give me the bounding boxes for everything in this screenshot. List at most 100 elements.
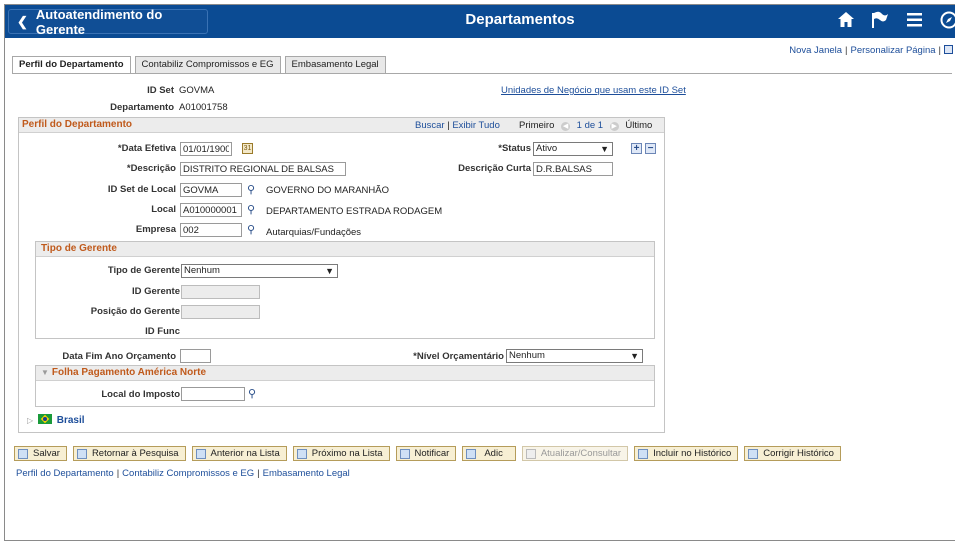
tab-perfil-departamento[interactable]: Perfil do Departamento [12, 56, 131, 74]
budget-level-selected: Nenhum [509, 350, 545, 361]
next-in-list-button[interactable]: Próximo na Lista [292, 446, 390, 461]
first-arrow-icon[interactable]: ◀ [561, 122, 571, 131]
separator: | [257, 468, 260, 479]
group-header: Perfil do Departamento Buscar | Exibir T… [19, 118, 664, 133]
bottom-link-embasamento[interactable]: Embasamento Legal [263, 468, 350, 479]
brasil-label[interactable]: Brasil [57, 415, 85, 426]
location-setid-input[interactable] [180, 183, 242, 197]
menu-icon[interactable] [907, 13, 922, 30]
manager-type-title: Tipo de Gerente [41, 243, 117, 254]
business-units-link[interactable]: Unidades de Negócio que usam este ID Set [501, 85, 686, 96]
back-button[interactable]: ❮ Autoatendimento do Gerente [8, 6, 208, 37]
banner: ❮ Autoatendimento do Gerente Departament… [5, 5, 955, 38]
add-label: Adic [484, 448, 503, 459]
action-toolbar: Salvar Retornar à Pesquisa Anterior na L… [14, 446, 847, 461]
bottom-link-contabiliz[interactable]: Contabiliz Compromissos e EG [122, 468, 254, 479]
tab-divider [12, 73, 952, 74]
manager-type-select[interactable]: Nenhum ▼ [181, 264, 338, 278]
manager-id-label: ID Gerente [131, 286, 180, 297]
manager-type-group: Tipo de Gerente Tipo de Gerente Nenhum ▼… [35, 241, 655, 339]
chevron-down-icon: ▼ [630, 351, 639, 361]
previous-label: Anterior na Lista [210, 448, 280, 459]
manager-position-label: Posição do Gerente [90, 306, 180, 317]
department-label: Departamento [110, 102, 174, 113]
find-view-all: Buscar | Exibir Tudo [415, 120, 500, 131]
back-button-label: Autoatendimento do Gerente [35, 6, 163, 37]
department-value: A01001758 [179, 102, 228, 113]
tab-contabiliz-compromissos[interactable]: Contabiliz Compromissos e EG [134, 56, 281, 73]
lookup-icon[interactable]: ⚲ [247, 204, 255, 216]
personalize-page-link[interactable]: Personalizar Página [851, 45, 936, 56]
status-selected: Ativo [536, 143, 558, 154]
lookup-icon[interactable]: ⚲ [248, 388, 256, 400]
row-counter: 1 de 1 [576, 120, 604, 131]
chevron-left-icon: ❮ [17, 13, 28, 29]
location-setid-description: GOVERNO DO MARANHÃO [266, 185, 389, 196]
update-label: Atualizar/Consultar [540, 448, 622, 459]
grid-icon[interactable] [944, 45, 953, 54]
effective-date-input[interactable] [180, 142, 232, 156]
manager-id-field [181, 285, 260, 299]
return-to-search-button[interactable]: Retornar à Pesquisa [72, 446, 186, 461]
save-button[interactable]: Salvar [14, 446, 67, 461]
payroll-title: ▼ Folha Pagamento América Norte [41, 367, 206, 378]
company-input[interactable] [180, 223, 242, 237]
first-label: Primeiro [519, 120, 555, 131]
include-history-button[interactable]: Incluir no Histórico [634, 446, 739, 461]
budget-level-label: *Nível Orçamentário [413, 351, 504, 362]
page-frame: ❮ Autoatendimento do Gerente Departament… [4, 4, 955, 541]
payroll-group: ▼ Folha Pagamento América Norte Local do … [35, 365, 655, 407]
payroll-header[interactable]: ▼ Folha Pagamento América Norte [36, 366, 654, 381]
return-icon [76, 448, 87, 459]
bottom-link-perfil[interactable]: Perfil do Departamento [16, 468, 114, 479]
location-input[interactable] [180, 203, 242, 217]
effective-date-label: *Data Efetiva [117, 143, 176, 154]
brasil-section[interactable]: ▷ Brasil [27, 414, 85, 426]
tax-location-input[interactable] [181, 387, 245, 401]
correct-history-label: Corrigir Histórico [763, 448, 834, 459]
row-navigation: Primeiro ◀ 1 de 1 ▶ Último [519, 120, 652, 131]
previous-icon [195, 448, 206, 459]
lookup-icon[interactable]: ⚲ [247, 184, 255, 196]
manager-type-header: Tipo de Gerente [36, 242, 654, 257]
expand-triangle-icon[interactable]: ▷ [27, 416, 33, 425]
add-row-icon[interactable]: + [631, 143, 642, 154]
new-window-link[interactable]: Nova Janela [789, 45, 842, 56]
description-input[interactable] [180, 162, 346, 176]
lookup-icon[interactable]: ⚲ [247, 224, 255, 236]
manager-type-label: Tipo de Gerente [107, 265, 180, 276]
flag-icon[interactable] [871, 11, 889, 32]
add-button[interactable]: Adic [462, 446, 516, 461]
delete-row-icon[interactable]: − [645, 143, 656, 154]
collapse-triangle-icon[interactable]: ▼ [41, 368, 49, 377]
home-icon[interactable] [837, 11, 855, 31]
budget-year-end-input[interactable] [180, 349, 211, 363]
budget-level-select[interactable]: Nenhum ▼ [506, 349, 643, 363]
correct-history-button[interactable]: Corrigir Histórico [744, 446, 841, 461]
find-link[interactable]: Buscar [415, 120, 445, 131]
navbar-compass-icon[interactable] [940, 11, 955, 32]
save-icon [18, 448, 28, 459]
payroll-title-text: Folha Pagamento América Norte [51, 367, 207, 378]
return-label: Retornar à Pesquisa [91, 448, 179, 459]
bottom-page-links: Perfil do Departamento | Contabiliz Compro… [16, 468, 350, 479]
manager-position-field [181, 305, 260, 319]
previous-in-list-button[interactable]: Anterior na Lista [191, 446, 287, 461]
next-arrow-icon[interactable]: ▶ [609, 122, 619, 131]
last-label: Último [625, 120, 653, 131]
calendar-icon[interactable]: 31 [242, 143, 253, 154]
tab-embasamento-legal[interactable]: Embasamento Legal [284, 56, 386, 73]
separator: | [116, 468, 120, 479]
view-all-link[interactable]: Exibir Tudo [452, 120, 500, 131]
top-links: Nova Janela | Personalizar Página | [789, 45, 953, 56]
notify-button[interactable]: Notificar [395, 446, 457, 461]
include-history-icon [638, 448, 649, 459]
update-icon [525, 448, 536, 459]
status-select[interactable]: Ativo ▼ [533, 142, 613, 156]
tax-location-label: Local do Imposto [101, 389, 180, 400]
notify-label: Notificar [414, 448, 450, 459]
notify-icon [399, 448, 410, 459]
short-description-input[interactable] [533, 162, 613, 176]
chevron-down-icon: ▼ [600, 144, 609, 154]
employee-id-label: ID Func [145, 326, 180, 337]
